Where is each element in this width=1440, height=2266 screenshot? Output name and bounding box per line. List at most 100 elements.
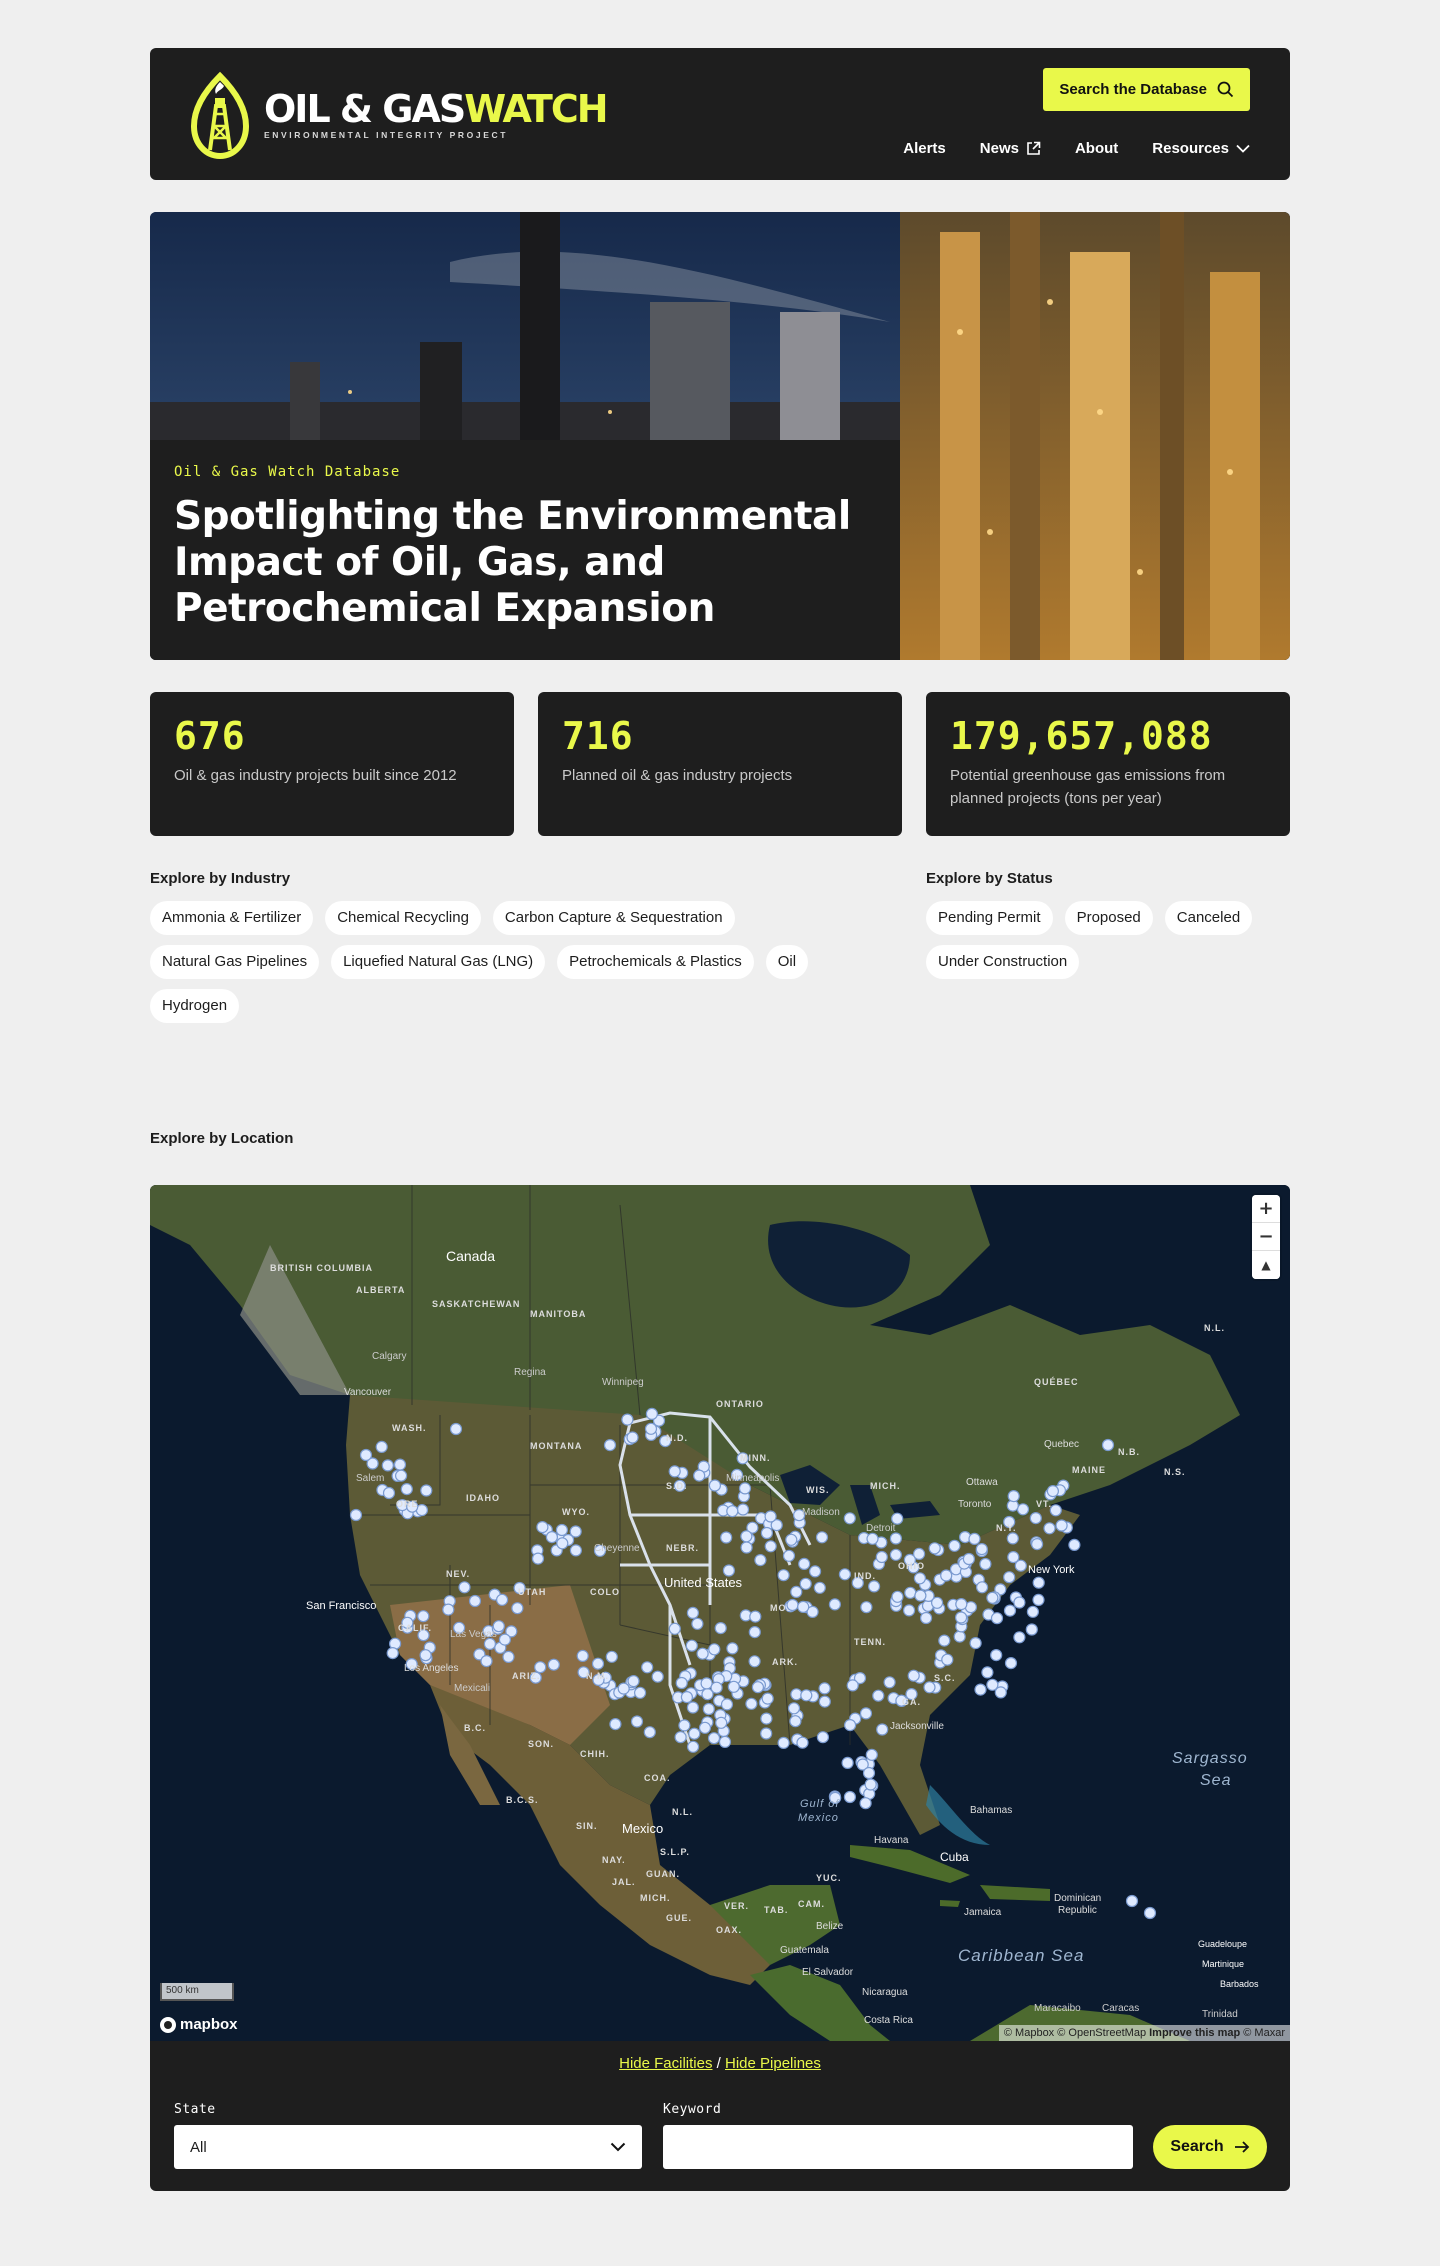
facility-marker[interactable]: [986, 1591, 999, 1604]
facility-marker[interactable]: [359, 1448, 373, 1462]
facility-marker[interactable]: [954, 1611, 968, 1624]
keyword-input[interactable]: [663, 2125, 1133, 2169]
facility-marker[interactable]: [381, 1459, 394, 1472]
facility-marker[interactable]: [698, 1721, 712, 1734]
facility-marker[interactable]: [902, 1604, 916, 1617]
facility-marker[interactable]: [442, 1603, 455, 1616]
facility-marker[interactable]: [953, 1630, 966, 1643]
facility-marker[interactable]: [740, 1530, 753, 1543]
facility-marker[interactable]: [1032, 1593, 1045, 1606]
facility-marker[interactable]: [400, 1483, 413, 1496]
map-canvas[interactable]: Canada BRITISH COLUMBIA ALBERTA SASKATCHEWA…: [150, 1185, 1290, 2041]
nav-about[interactable]: About: [1075, 140, 1118, 157]
facility-marker[interactable]: [511, 1602, 524, 1615]
facility-marker[interactable]: [891, 1590, 904, 1603]
facility-marker[interactable]: [815, 1531, 829, 1544]
facility-marker[interactable]: [1143, 1906, 1157, 1920]
facility-marker[interactable]: [386, 1647, 399, 1660]
status-chip[interactable]: Pending Permit: [926, 901, 1053, 935]
facility-marker[interactable]: [785, 1533, 798, 1546]
facility-marker[interactable]: [1125, 1894, 1139, 1908]
facility-marker[interactable]: [841, 1756, 854, 1770]
facility-marker[interactable]: [668, 1622, 681, 1635]
facility-marker[interactable]: [714, 1622, 727, 1635]
industry-chip[interactable]: Liquefied Natural Gas (LNG): [331, 945, 546, 979]
facility-marker[interactable]: [674, 1731, 687, 1744]
facility-marker[interactable]: [846, 1679, 859, 1692]
facility-marker[interactable]: [751, 1681, 765, 1694]
facility-marker[interactable]: [941, 1653, 954, 1666]
facility-marker[interactable]: [1006, 1532, 1019, 1545]
facility-marker[interactable]: [919, 1611, 933, 1625]
facility-marker[interactable]: [685, 1639, 698, 1652]
facility-marker[interactable]: [1016, 1503, 1030, 1516]
facility-marker[interactable]: [1101, 1438, 1115, 1452]
facility-marker[interactable]: [838, 1568, 852, 1581]
facility-marker[interactable]: [644, 1422, 658, 1435]
facility-marker[interactable]: [591, 1657, 605, 1670]
facility-marker[interactable]: [748, 1655, 761, 1668]
facility-marker[interactable]: [796, 1736, 809, 1749]
maxar-attribution[interactable]: © Maxar: [1243, 2027, 1285, 2039]
facility-marker[interactable]: [994, 1686, 1007, 1699]
facility-marker[interactable]: [710, 1681, 723, 1694]
facility-marker[interactable]: [990, 1612, 1004, 1625]
facility-marker[interactable]: [617, 1682, 630, 1695]
facility-marker[interactable]: [808, 1565, 822, 1578]
facility-marker[interactable]: [975, 1581, 989, 1594]
facility-marker[interactable]: [818, 1682, 831, 1695]
facility-marker[interactable]: [761, 1692, 774, 1705]
hide-pipelines-link[interactable]: Hide Pipelines: [725, 2055, 821, 2072]
facility-marker[interactable]: [955, 1598, 968, 1611]
nav-resources[interactable]: Resources: [1152, 140, 1250, 157]
facility-marker[interactable]: [1013, 1596, 1026, 1609]
industry-chip[interactable]: Ammonia & Fertilizer: [150, 901, 314, 935]
facility-marker[interactable]: [749, 1610, 762, 1623]
facility-marker[interactable]: [545, 1531, 558, 1544]
facility-marker[interactable]: [859, 1707, 873, 1720]
facility-marker[interactable]: [782, 1549, 796, 1562]
facility-marker[interactable]: [948, 1539, 961, 1552]
facility-marker[interactable]: [702, 1702, 715, 1716]
facility-marker[interactable]: [395, 1469, 408, 1482]
facility-marker[interactable]: [904, 1586, 917, 1599]
facility-marker[interactable]: [502, 1650, 515, 1663]
facility-marker[interactable]: [718, 1735, 732, 1749]
facility-marker[interactable]: [375, 1440, 388, 1453]
facility-marker[interactable]: [651, 1670, 664, 1683]
facility-marker[interactable]: [605, 1650, 618, 1663]
facility-marker[interactable]: [419, 1649, 432, 1662]
facility-marker[interactable]: [865, 1748, 878, 1761]
facility-marker[interactable]: [748, 1626, 761, 1639]
facility-marker[interactable]: [907, 1669, 920, 1682]
facility-marker[interactable]: [787, 1702, 801, 1715]
facility-marker[interactable]: [864, 1778, 877, 1791]
facility-marker[interactable]: [643, 1726, 656, 1739]
facility-marker[interactable]: [1030, 1538, 1044, 1551]
facility-marker[interactable]: [777, 1569, 790, 1582]
facility-marker[interactable]: [974, 1683, 987, 1696]
facility-marker[interactable]: [627, 1675, 640, 1688]
facility-marker[interactable]: [876, 1723, 889, 1736]
facility-marker[interactable]: [707, 1732, 721, 1745]
facility-marker[interactable]: [990, 1649, 1003, 1662]
facility-marker[interactable]: [696, 1647, 709, 1660]
facility-marker[interactable]: [569, 1544, 582, 1557]
facility-marker[interactable]: [843, 1718, 857, 1732]
search-database-button[interactable]: Search the Database: [1043, 68, 1250, 111]
industry-chip[interactable]: Petrochemicals & Plastics: [557, 945, 754, 979]
facility-marker[interactable]: [1055, 1519, 1068, 1532]
facility-marker[interactable]: [923, 1681, 936, 1694]
facility-marker[interactable]: [816, 1731, 830, 1744]
facility-marker[interactable]: [468, 1594, 482, 1608]
facility-marker[interactable]: [420, 1484, 433, 1497]
facility-marker[interactable]: [603, 1439, 617, 1452]
facility-marker[interactable]: [736, 1503, 750, 1516]
status-chip[interactable]: Canceled: [1164, 901, 1253, 935]
zoom-in-button[interactable]: +: [1252, 1195, 1280, 1223]
facility-marker[interactable]: [1068, 1538, 1081, 1551]
mapbox-logo[interactable]: mapbox: [160, 2016, 238, 2033]
facility-marker[interactable]: [798, 1557, 811, 1570]
facility-marker[interactable]: [686, 1606, 700, 1619]
facility-marker[interactable]: [645, 1407, 658, 1420]
